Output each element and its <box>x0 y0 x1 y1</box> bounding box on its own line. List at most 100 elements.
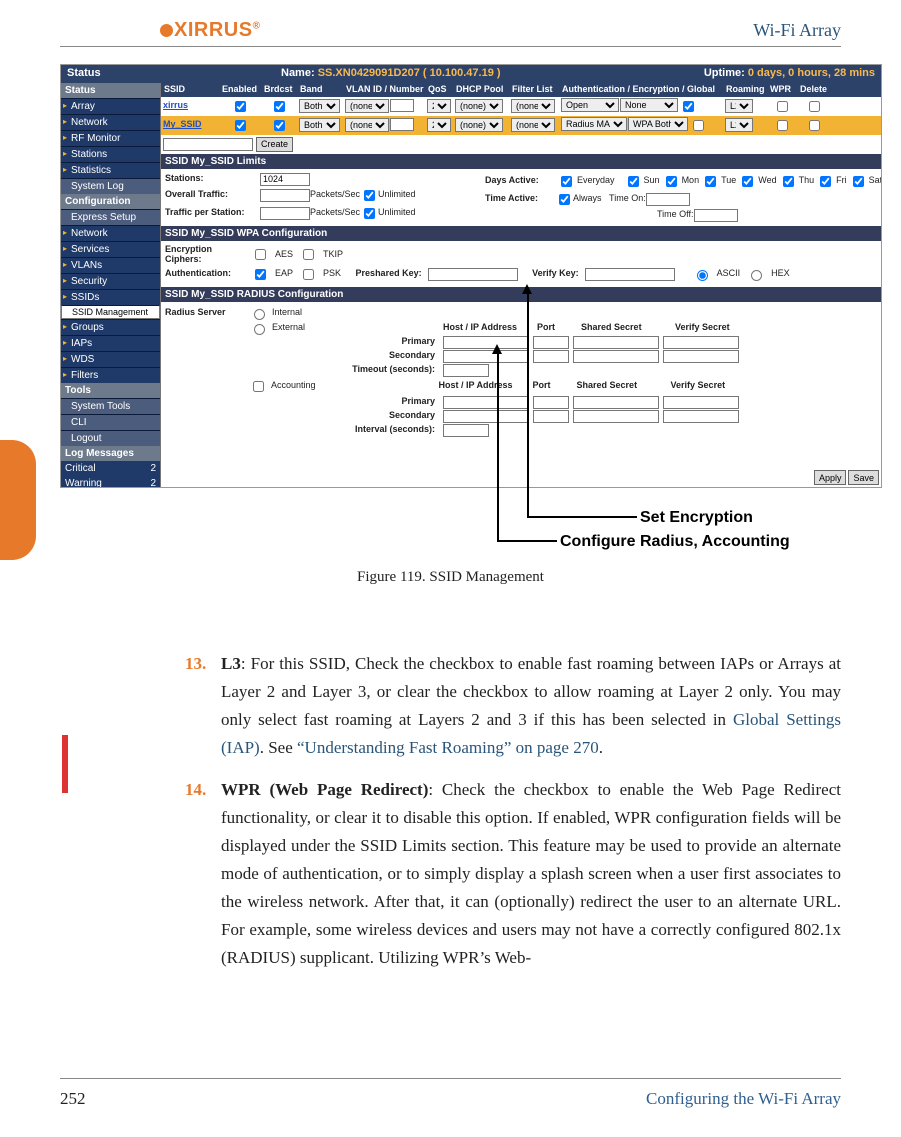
host-input[interactable] <box>443 410 529 423</box>
qos-select[interactable]: 2 <box>427 99 451 113</box>
hex-radio[interactable] <box>751 270 762 281</box>
nav-array[interactable]: ▸Array <box>61 98 160 114</box>
log-warning[interactable]: Warning2 <box>61 476 160 488</box>
internal-radio[interactable] <box>254 309 265 320</box>
delete-checkbox[interactable] <box>809 120 820 131</box>
create-button[interactable]: Create <box>256 137 293 152</box>
aes-checkbox[interactable] <box>255 249 266 260</box>
timeoff-input[interactable] <box>694 209 738 222</box>
ssid-link[interactable]: xirrus <box>161 101 219 111</box>
roam-select[interactable]: L2 <box>725 118 753 132</box>
wpr-checkbox[interactable] <box>777 101 788 112</box>
shared-input[interactable] <box>573 350 659 363</box>
enabled-checkbox[interactable] <box>235 120 246 131</box>
day-checkbox[interactable] <box>742 176 753 187</box>
timeon-input[interactable] <box>646 193 690 206</box>
port-input[interactable] <box>533 410 569 423</box>
interval-input[interactable] <box>443 424 489 437</box>
day-checkbox[interactable] <box>705 176 716 187</box>
traffic-input[interactable] <box>260 189 310 202</box>
unlimited-checkbox[interactable] <box>364 190 375 201</box>
nav-stations[interactable]: ▸Stations <box>61 146 160 162</box>
external-radio[interactable] <box>254 324 265 335</box>
always-checkbox[interactable] <box>559 194 570 205</box>
apply-button[interactable]: Apply <box>814 470 847 485</box>
eap-checkbox[interactable] <box>255 269 266 280</box>
shared-input[interactable] <box>573 396 659 409</box>
delete-checkbox[interactable] <box>809 101 820 112</box>
ascii-radio[interactable] <box>697 270 708 281</box>
port-input[interactable] <box>533 336 569 349</box>
traffic-per-input[interactable] <box>260 207 310 220</box>
nav-logout[interactable]: Logout <box>61 430 160 446</box>
qos-select[interactable]: 2 <box>427 118 451 132</box>
auth-select[interactable]: Open <box>561 98 619 112</box>
host-input[interactable] <box>443 396 529 409</box>
port-input[interactable] <box>533 396 569 409</box>
global-checkbox[interactable] <box>683 101 694 112</box>
timeout-input[interactable] <box>443 364 489 377</box>
shared-input[interactable] <box>573 336 659 349</box>
nav-wds[interactable]: ▸WDS <box>61 351 160 367</box>
verify-input[interactable] <box>663 336 739 349</box>
nav-ssids[interactable]: ▸SSIDs <box>61 289 160 305</box>
nav-statistics[interactable]: ▸Statistics <box>61 162 160 178</box>
stations-input[interactable] <box>260 173 310 186</box>
nav-express[interactable]: Express Setup <box>61 209 160 225</box>
enc-select[interactable]: WPA Both <box>628 117 688 131</box>
new-ssid-input[interactable] <box>163 138 253 151</box>
everyday-checkbox[interactable] <box>561 176 572 187</box>
nav-security[interactable]: ▸Security <box>61 273 160 289</box>
host-input[interactable] <box>443 336 529 349</box>
log-critical[interactable]: Critical2 <box>61 461 160 476</box>
day-checkbox[interactable] <box>853 176 864 187</box>
band-select[interactable]: Both <box>299 118 340 132</box>
port-input[interactable] <box>533 350 569 363</box>
verify-input[interactable] <box>663 350 739 363</box>
brdcst-checkbox[interactable] <box>274 120 285 131</box>
unlimited-checkbox[interactable] <box>364 208 375 219</box>
vlan-num-input[interactable] <box>390 118 414 131</box>
nav-systemlog[interactable]: System Log <box>61 178 160 194</box>
vlan-select[interactable]: (none) <box>345 99 389 113</box>
roam-select[interactable]: L2 <box>725 99 753 113</box>
nav-filters[interactable]: ▸Filters <box>61 367 160 383</box>
verify-input[interactable] <box>663 396 739 409</box>
crossref-fast-roaming[interactable]: “Understanding Fast Roaming” on page 270 <box>297 738 599 757</box>
day-checkbox[interactable] <box>628 176 639 187</box>
auth-select[interactable]: Radius MAC <box>561 117 627 131</box>
nav-iaps[interactable]: ▸IAPs <box>61 335 160 351</box>
filter-select[interactable]: (none) <box>511 118 555 132</box>
accounting-checkbox[interactable] <box>253 381 264 392</box>
day-checkbox[interactable] <box>783 176 794 187</box>
psk-key-input[interactable] <box>428 268 518 281</box>
nav-groups[interactable]: ▸Groups <box>61 319 160 335</box>
band-select[interactable]: Both <box>299 99 340 113</box>
nav-network2[interactable]: ▸Network <box>61 225 160 241</box>
nav-cli[interactable]: CLI <box>61 414 160 430</box>
wpr-checkbox[interactable] <box>777 120 788 131</box>
nav-vlans[interactable]: ▸VLANs <box>61 257 160 273</box>
enc-select[interactable]: None <box>620 98 678 112</box>
nav-systemtools[interactable]: System Tools <box>61 398 160 414</box>
enabled-checkbox[interactable] <box>235 101 246 112</box>
host-input[interactable] <box>443 350 529 363</box>
day-checkbox[interactable] <box>666 176 677 187</box>
nav-ssid-management[interactable]: SSID Management <box>61 305 160 319</box>
vlan-num-input[interactable] <box>390 99 414 112</box>
brdcst-checkbox[interactable] <box>274 101 285 112</box>
nav-services[interactable]: ▸Services <box>61 241 160 257</box>
tkip-checkbox[interactable] <box>303 249 314 260</box>
dhcp-select[interactable]: (none) <box>455 99 503 113</box>
filter-select[interactable]: (none) <box>511 99 555 113</box>
nav-rfmonitor[interactable]: ▸RF Monitor <box>61 130 160 146</box>
verify-key-input[interactable] <box>585 268 675 281</box>
ssid-link[interactable]: My_SSID <box>161 120 219 130</box>
global-checkbox[interactable] <box>693 120 704 131</box>
verify-input[interactable] <box>663 410 739 423</box>
vlan-select[interactable]: (none) <box>345 118 389 132</box>
shared-input[interactable] <box>573 410 659 423</box>
nav-network[interactable]: ▸Network <box>61 114 160 130</box>
save-button[interactable]: Save <box>848 470 879 485</box>
dhcp-select[interactable]: (none) <box>455 118 503 132</box>
